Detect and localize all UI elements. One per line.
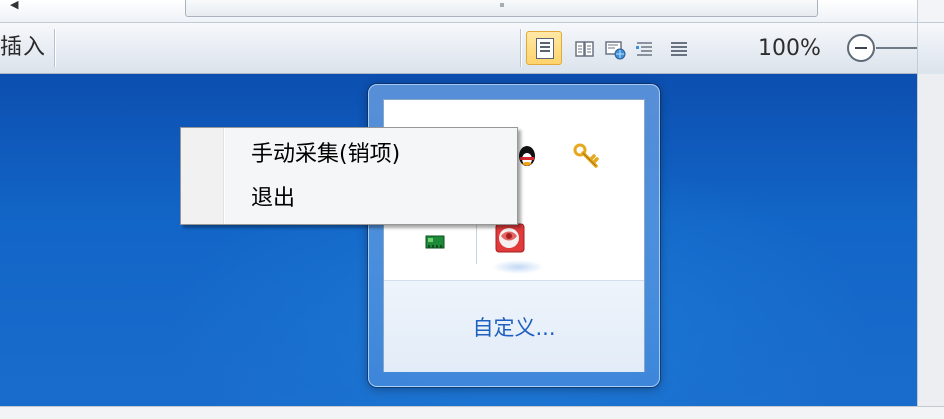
key-tool-icon[interactable] bbox=[572, 142, 599, 168]
full-screen-reading-button[interactable] bbox=[570, 34, 600, 64]
menu-item-label: 退出 bbox=[251, 186, 296, 211]
menu-item-exit[interactable]: 退出 bbox=[183, 180, 515, 218]
icon-hover-glow bbox=[492, 260, 544, 274]
web-layout-button[interactable] bbox=[600, 34, 630, 64]
customize-link[interactable]: 自定义... bbox=[384, 315, 644, 341]
print-layout-view-button[interactable] bbox=[526, 31, 562, 65]
web-layout-icon bbox=[605, 41, 626, 60]
window-edge bbox=[917, 74, 944, 406]
zoom-out-icon[interactable] bbox=[847, 34, 875, 62]
grip-icon: ıııı bbox=[499, 1, 505, 9]
print-layout-icon bbox=[536, 38, 554, 59]
horizontal-scrollbar[interactable]: ◀ ıııı bbox=[0, 0, 944, 22]
network-adapter-icon[interactable] bbox=[424, 230, 450, 256]
scrollbar-corner bbox=[917, 23, 944, 75]
outline-view-button[interactable] bbox=[630, 34, 660, 64]
menu-item-manual-collect[interactable]: 手动采集(销项) bbox=[183, 136, 515, 174]
window-edge bbox=[0, 406, 944, 419]
draft-icon bbox=[671, 42, 687, 56]
zoom-slider[interactable] bbox=[876, 47, 917, 49]
outline-icon bbox=[636, 42, 652, 56]
tray-footer: 自定义... bbox=[384, 280, 644, 372]
draft-view-button[interactable] bbox=[665, 34, 695, 64]
status-separator bbox=[520, 29, 521, 67]
insert-mode-indicator[interactable]: 插入 bbox=[0, 33, 46, 63]
status-separator bbox=[54, 29, 55, 67]
scroll-left-arrow-icon[interactable]: ◀ bbox=[10, 0, 24, 10]
full-screen-reading-icon bbox=[575, 41, 594, 57]
menu-item-label: 手动采集(销项) bbox=[251, 142, 401, 167]
scrollbar-thumb[interactable]: ıııı bbox=[185, 0, 818, 17]
zoom-level[interactable]: 100% bbox=[758, 35, 821, 63]
status-bar: 插入 100% bbox=[0, 22, 944, 75]
tray-icon-context-menu: 手动采集(销项) 退出 bbox=[180, 127, 518, 225]
scrollbar-corner bbox=[917, 0, 944, 22]
